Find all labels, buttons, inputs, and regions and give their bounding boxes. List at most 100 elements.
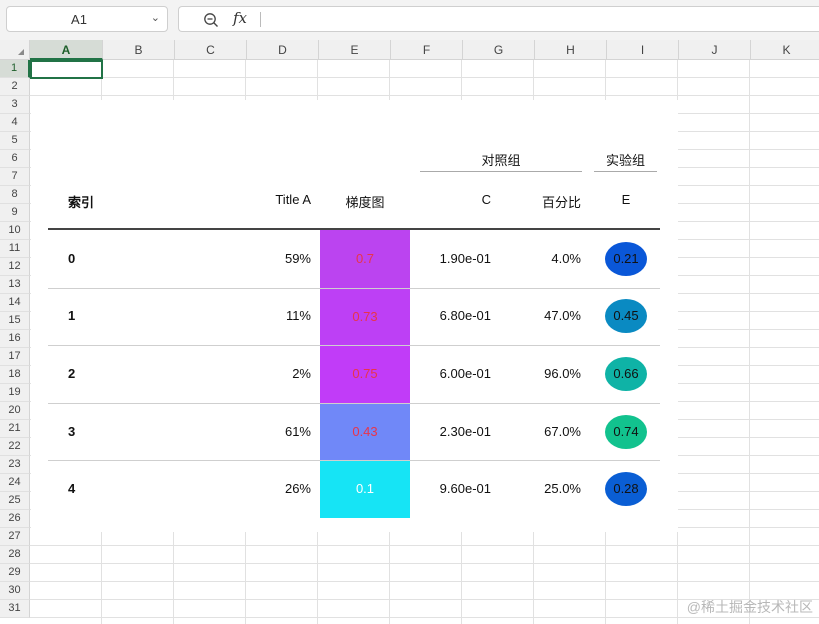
styled-table-image[interactable]: 对照组 实验组 索引 Title A 梯度图 C 百分比 E 0 59% 0.7 1.… — [31, 100, 678, 532]
row-header-15[interactable]: 15 — [0, 312, 30, 330]
select-all-icon — [18, 49, 24, 55]
row-header-4[interactable]: 4 — [0, 114, 30, 132]
cell-title-a: 2% — [292, 366, 311, 381]
formula-separator — [260, 12, 261, 27]
row-header-11[interactable]: 11 — [0, 240, 30, 258]
header-gradient: 梯度图 — [345, 195, 385, 210]
cell-c: 6.00e-01 — [439, 366, 491, 381]
zoom-out-icon[interactable] — [203, 12, 219, 28]
cell-title-a: 26% — [284, 481, 311, 497]
column-header-c[interactable]: C — [175, 40, 247, 60]
row-header-6[interactable]: 6 — [0, 150, 30, 168]
row-header-9[interactable]: 9 — [0, 204, 30, 222]
fx-icon[interactable]: fx — [233, 9, 247, 27]
row-separator — [48, 345, 660, 347]
name-box-value: A1 — [71, 12, 87, 27]
row-header-29[interactable]: 29 — [0, 564, 30, 582]
column-header-e[interactable]: E — [319, 40, 391, 60]
row-header-3[interactable]: 3 — [0, 96, 30, 114]
cell-gradient: 0.75 — [320, 345, 410, 403]
spanner-underline — [594, 171, 657, 172]
header-title-a: Title A — [275, 192, 311, 207]
row-header-7[interactable]: 7 — [0, 168, 30, 186]
header-e: E — [621, 192, 631, 207]
row-header-30[interactable]: 30 — [0, 582, 30, 600]
row-header-1[interactable]: 1 — [0, 60, 30, 78]
formula-input-bar: fx — [178, 6, 819, 32]
row-separator — [48, 402, 660, 404]
row-header-17[interactable]: 17 — [0, 348, 30, 366]
cell-percent: 25.0% — [544, 481, 581, 497]
spanner-underline — [420, 171, 582, 172]
select-all-corner[interactable] — [0, 40, 30, 60]
row-header-22[interactable]: 22 — [0, 438, 30, 456]
cell-c: 6.80e-01 — [439, 308, 491, 324]
row-header-19[interactable]: 19 — [0, 384, 30, 402]
column-header-f[interactable]: F — [391, 40, 463, 60]
formula-bar: A1 ⌄ fx — [0, 0, 819, 40]
watermark: @稀土掘金技术社区 — [686, 599, 813, 615]
row-header-31[interactable]: 31 — [0, 600, 30, 618]
row-index: 0 — [68, 250, 76, 266]
header-c: C — [481, 192, 491, 207]
cell-gradient: 0.73 — [320, 287, 410, 346]
row-index: 2 — [68, 366, 76, 381]
header-percent: 百分比 — [541, 195, 581, 210]
column-header-a[interactable]: A — [30, 40, 103, 60]
row-header-8[interactable]: 8 — [0, 186, 30, 204]
row-header-28[interactable]: 28 — [0, 546, 30, 564]
row-header-27[interactable]: 27 — [0, 528, 30, 546]
column-header-i[interactable]: I — [607, 40, 679, 60]
cell-title-a: 59% — [284, 250, 311, 266]
cell-c: 1.90e-01 — [439, 250, 491, 266]
row-index: 3 — [68, 423, 76, 439]
cell-e-bubble: 0.66 — [605, 357, 647, 391]
cell-title-a: 11% — [285, 308, 311, 324]
chevron-down-icon[interactable]: ⌄ — [151, 11, 160, 24]
cell-gradient: 0.43 — [320, 402, 410, 461]
column-header-g[interactable]: G — [463, 40, 535, 60]
row-header-24[interactable]: 24 — [0, 474, 30, 492]
row-index: 1 — [68, 308, 76, 324]
selected-cell-a1[interactable] — [30, 60, 103, 79]
row-header-20[interactable]: 20 — [0, 402, 30, 420]
row-header-26[interactable]: 26 — [0, 510, 30, 528]
spanner-control-group: 对照组 — [481, 153, 521, 168]
cell-e-bubble: 0.21 — [605, 241, 647, 276]
row-header-13[interactable]: 13 — [0, 276, 30, 294]
row-header-10[interactable]: 10 — [0, 222, 30, 240]
spreadsheet-grid: ABCDEFGHIJK 1 2 3 4 5 6 7 8 9 10 11 12 13 14 15 16 17 18 1… — [0, 40, 819, 624]
cell-c: 2.30e-01 — [439, 423, 491, 439]
row-header-21[interactable]: 21 — [0, 420, 30, 438]
name-box[interactable]: A1 ⌄ — [6, 6, 168, 32]
column-header-h[interactable]: H — [535, 40, 607, 60]
row-index: 4 — [68, 481, 76, 497]
column-header-d[interactable]: D — [247, 40, 319, 60]
row-header-18[interactable]: 18 — [0, 366, 30, 384]
row-header-2[interactable]: 2 — [0, 78, 30, 96]
cell-percent: 67.0% — [544, 423, 581, 439]
row-header-14[interactable]: 14 — [0, 294, 30, 312]
header-index: 索引 — [68, 195, 95, 210]
column-header-k[interactable]: K — [751, 40, 819, 60]
column-header-j[interactable]: J — [679, 40, 751, 60]
row-header-16[interactable]: 16 — [0, 330, 30, 348]
row-header-23[interactable]: 23 — [0, 456, 30, 474]
row-separator — [48, 287, 660, 289]
cell-e-bubble: 0.28 — [605, 472, 647, 507]
formula-input[interactable] — [267, 10, 813, 28]
cell-c: 9.60e-01 — [439, 481, 491, 497]
row-header-5[interactable]: 5 — [0, 132, 30, 150]
row-separator — [48, 460, 660, 462]
spanner-experiment-group: 实验组 — [605, 153, 645, 168]
cell-percent: 47.0% — [544, 308, 581, 324]
cell-gradient: 0.1 — [320, 460, 410, 518]
cell-e-bubble: 0.74 — [605, 414, 647, 449]
cell-percent: 4.0% — [551, 250, 581, 266]
column-header-b[interactable]: B — [103, 40, 175, 60]
row-header-12[interactable]: 12 — [0, 258, 30, 276]
cell-percent: 96.0% — [544, 366, 581, 381]
cell-gradient: 0.7 — [320, 230, 410, 288]
row-header-25[interactable]: 25 — [0, 492, 30, 510]
cell-title-a: 61% — [284, 423, 311, 439]
